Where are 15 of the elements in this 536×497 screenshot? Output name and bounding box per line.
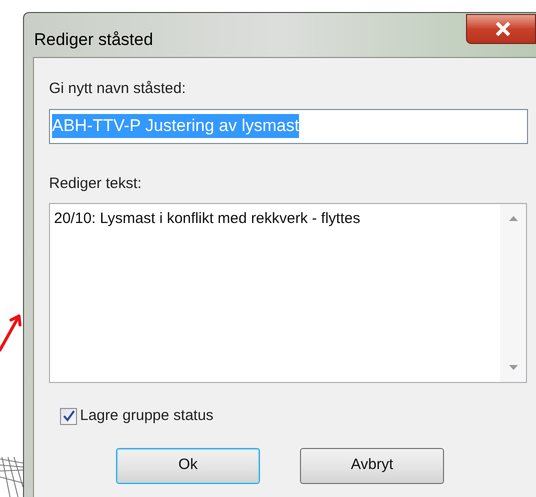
check-icon [62,410,74,422]
window-title: Rediger ståsted [34,29,154,51]
scrollbar[interactable] [500,204,526,382]
close-icon [495,22,511,36]
close-button[interactable] [466,14,536,44]
scroll-down-icon [508,365,518,370]
checkbox-label: Lagre gruppe status [80,406,214,426]
scroll-up-icon [508,216,518,221]
dialog-button[interactable]: Ok [116,448,260,484]
checkbox[interactable] [60,408,77,425]
field-label: Gi nytt navn ståsted: [49,79,187,99]
text-area[interactable]: 20/10: Lysmast i konflikt med rekkverk - flyttes [49,203,527,383]
dialog-button[interactable]: Avbryt [300,448,444,484]
field-label: Rediger tekst: [49,174,143,194]
mesh-drawing [0,457,23,497]
